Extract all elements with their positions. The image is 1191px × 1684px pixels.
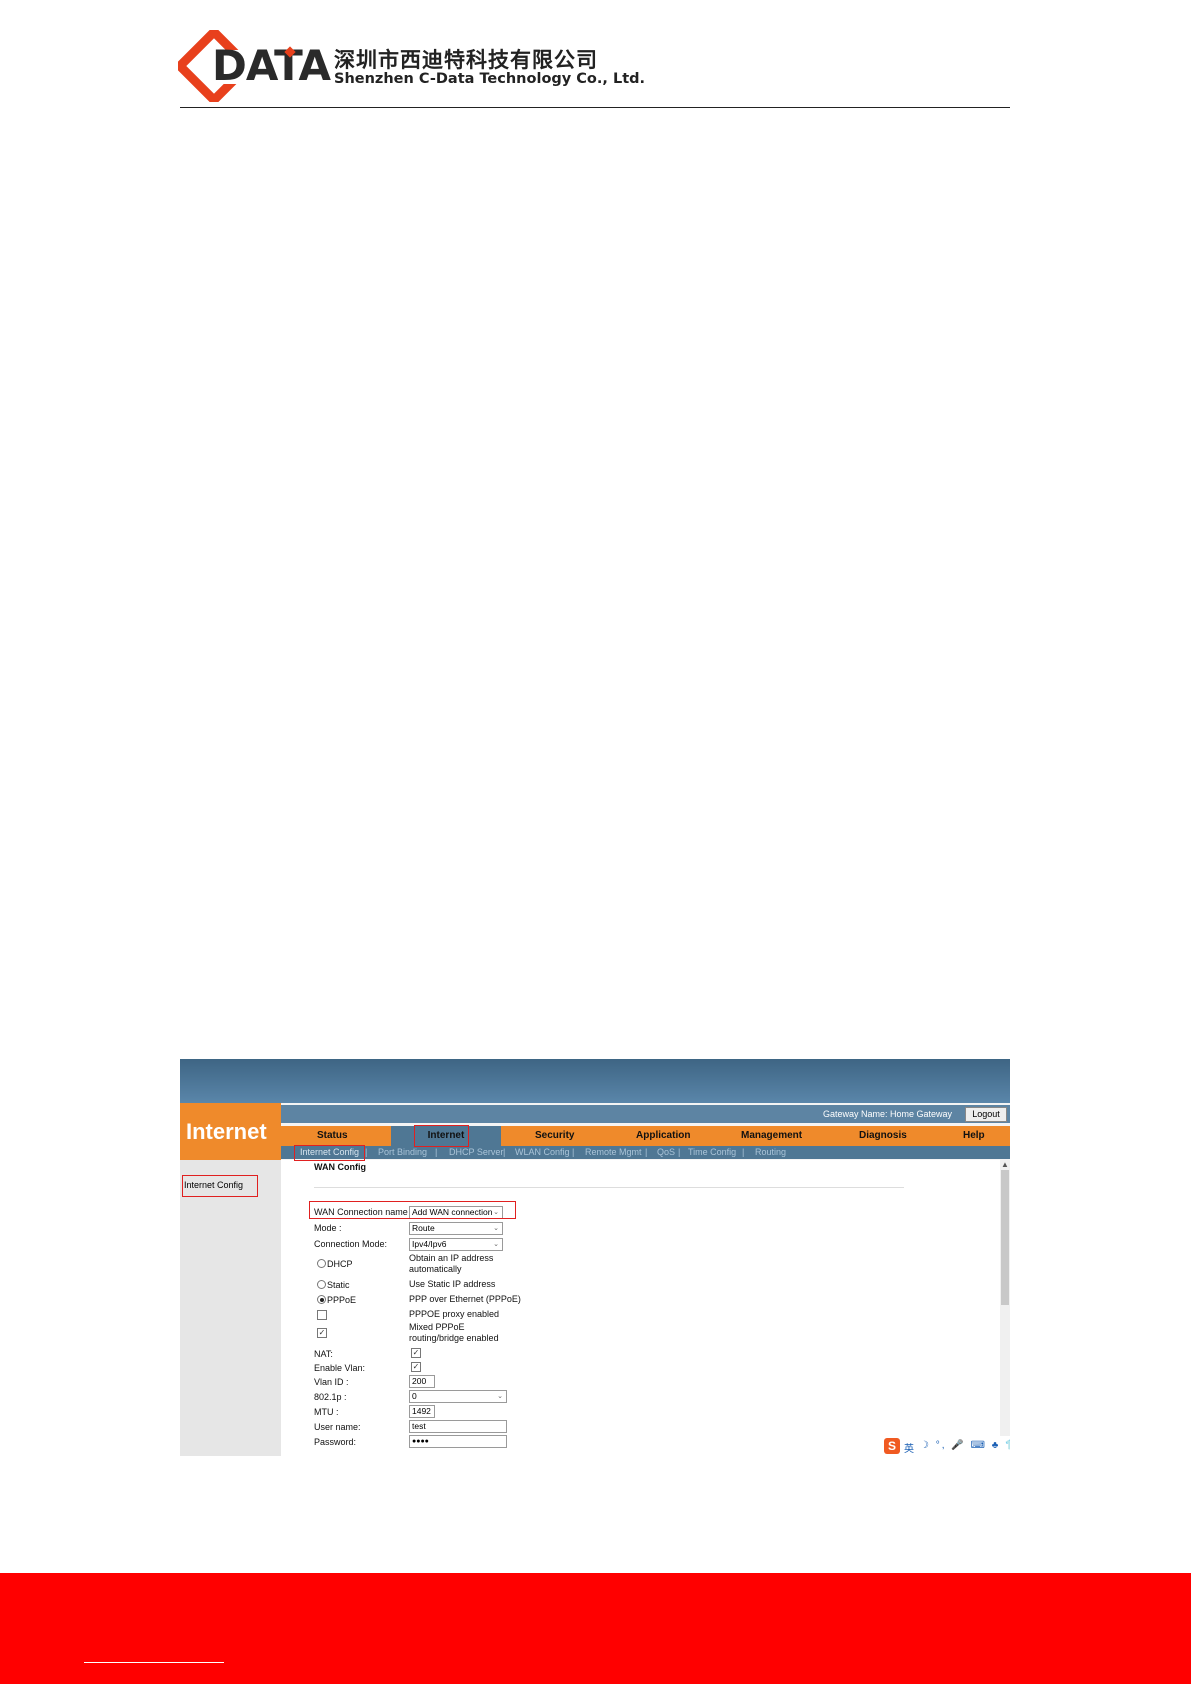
highlight-nav-internet [414, 1125, 469, 1147]
footer-underline [84, 1662, 224, 1663]
nav-diagnosis[interactable]: Diagnosis [859, 1126, 907, 1146]
static-radio[interactable] [317, 1280, 326, 1289]
subnav-sep: | [742, 1147, 745, 1157]
highlight-sidebar-internet-config [182, 1175, 258, 1197]
router-ui-screenshot: Gateway Name: Home Gateway Logout Intern… [180, 1059, 1010, 1456]
conn-mode-select[interactable]: Ipv4/Ipv6 ⌄ [409, 1238, 503, 1251]
sidebar: Internet Config [180, 1160, 281, 1456]
ime-language-toggle[interactable]: 英 [904, 1440, 914, 1455]
dhcp-label: DHCP [327, 1259, 353, 1269]
gateway-bar: Gateway Name: Home Gateway Logout [281, 1105, 1010, 1123]
subnav-sep: | [572, 1147, 575, 1157]
password-input[interactable]: ●●●● [409, 1435, 507, 1448]
pppoe-radio[interactable] [317, 1295, 326, 1304]
footer-bar [0, 1573, 1191, 1684]
conn-mode-label: Connection Mode: [314, 1239, 388, 1249]
scroll-up-icon[interactable]: ▲ [1001, 1160, 1009, 1169]
subnav-sep: | [503, 1147, 506, 1157]
static-label: Static [327, 1280, 350, 1290]
subnav-time-config[interactable]: Time Config [688, 1146, 736, 1159]
pppoe-proxy-checkbox[interactable] [317, 1310, 327, 1320]
subnav-wlan-config[interactable]: WLAN Config [515, 1146, 570, 1159]
vlan-label: Enable Vlan: [314, 1363, 366, 1373]
nav-security[interactable]: Security [535, 1126, 574, 1146]
pppoe-desc: PPP over Ethernet (PPPoE) [409, 1294, 521, 1304]
banner [180, 1059, 1010, 1103]
wan-config-panel: WAN Config WAN Connection name Add WAN c… [281, 1160, 1010, 1456]
ime-logo-icon[interactable]: S [884, 1438, 900, 1454]
title-divider [314, 1187, 904, 1188]
mixed-pppoe-checkbox[interactable]: ✓ [317, 1328, 327, 1338]
company-name-en: Shenzhen C-Data Technology Co., Ltd. [334, 71, 646, 87]
main-nav: Status Internet Security Application Man… [281, 1126, 1010, 1146]
mode-label: Mode : [314, 1223, 342, 1233]
nav-help[interactable]: Help [963, 1126, 985, 1146]
nav-management[interactable]: Management [741, 1126, 802, 1146]
vlan-id-label: Vlan ID : [314, 1377, 349, 1387]
chevron-down-icon: ⌄ [493, 1241, 499, 1248]
logout-button[interactable]: Logout [965, 1107, 1007, 1122]
gateway-name: Gateway Name: Home Gateway [822, 1109, 952, 1119]
dot1p-select[interactable]: 0 ⌄ [409, 1390, 507, 1403]
dhcp-desc-line1: Obtain an IP address [409, 1253, 494, 1263]
subnav-qos[interactable]: QoS [657, 1146, 675, 1159]
highlight-wan-conn [309, 1201, 516, 1219]
pppoe-label: PPPoE [327, 1295, 357, 1305]
section-title: Internet [180, 1103, 281, 1160]
subnav-sep: | [645, 1147, 648, 1157]
subnav-sep: | [365, 1147, 368, 1157]
mixed-desc-line2: routing/bridge enabled [409, 1333, 499, 1343]
nat-label: NAT: [314, 1349, 333, 1359]
username-label: User name: [314, 1422, 361, 1432]
vlan-checkbox[interactable]: ✓ [411, 1362, 421, 1372]
ime-toolbar: S 英 ☽ °, 🎤 ⌨ ♣ 👕 🔧 [882, 1436, 1010, 1456]
chevron-down-icon: ⌄ [497, 1393, 503, 1400]
subnav-remote-mgmt[interactable]: Remote Mgmt [585, 1146, 642, 1159]
company-name-cn: 深圳市西迪特科技有限公司 [334, 48, 598, 72]
static-desc: Use Static IP address [409, 1279, 496, 1289]
mixed-desc-line1: Mixed PPPoE [409, 1322, 465, 1332]
page-title: WAN Config [314, 1162, 366, 1172]
document-header: DATA 深圳市西迪特科技有限公司 Shenzhen C-Data Techno… [178, 30, 1010, 110]
chevron-down-icon: ⌄ [493, 1225, 499, 1232]
nat-checkbox[interactable]: ✓ [411, 1348, 421, 1358]
conn-mode-value: Ipv4/Ipv6 [412, 1239, 447, 1249]
dot1p-value: 0 [412, 1391, 417, 1401]
mtu-input[interactable]: 1492 [409, 1405, 435, 1418]
section-title-text: Internet [186, 1119, 267, 1144]
sub-nav: Internet Config | Port Binding | DHCP Se… [281, 1146, 1010, 1159]
dhcp-desc-line2: automatically [409, 1264, 462, 1274]
header-divider [180, 107, 1010, 108]
mtu-label: MTU : [314, 1407, 339, 1417]
username-input[interactable]: test [409, 1420, 507, 1433]
pppoe-proxy-desc: PPPOE proxy enabled [409, 1309, 500, 1319]
subnav-sep: | [435, 1147, 438, 1157]
dhcp-radio[interactable] [317, 1259, 326, 1268]
subnav-sep: | [678, 1147, 681, 1157]
scrollbar[interactable]: ▲ [1000, 1160, 1010, 1440]
subnav-dhcp-server[interactable]: DHCP Server [449, 1146, 503, 1159]
mode-value: Route [412, 1223, 435, 1233]
highlight-subnav-internet-config [294, 1145, 365, 1161]
nav-status[interactable]: Status [317, 1126, 348, 1146]
mode-select[interactable]: Route ⌄ [409, 1222, 503, 1235]
scroll-thumb[interactable] [1001, 1170, 1009, 1305]
logo-text: DATA [212, 41, 331, 90]
ime-tool-icons[interactable]: ☽ °, 🎤 ⌨ ♣ 👕 🔧 [920, 1440, 1010, 1451]
nav-application[interactable]: Application [636, 1126, 690, 1146]
password-label: Password: [314, 1437, 357, 1447]
subnav-port-binding[interactable]: Port Binding [378, 1146, 427, 1159]
subnav-routing[interactable]: Routing [755, 1146, 786, 1159]
vlan-id-input[interactable]: 200 [409, 1375, 435, 1388]
dot1p-label: 802.1p : [314, 1392, 347, 1402]
